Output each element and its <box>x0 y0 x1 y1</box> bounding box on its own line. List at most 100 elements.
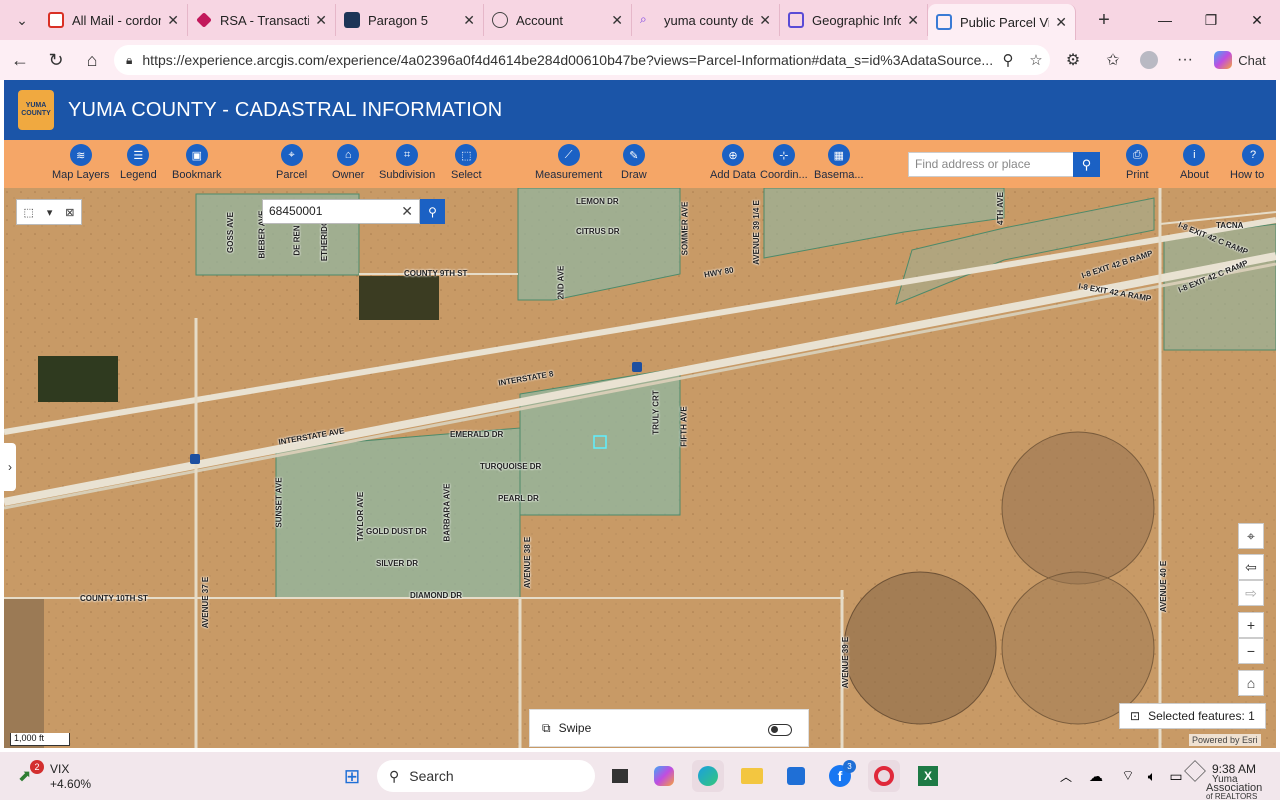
road-label: FIFTH AVE <box>679 406 689 447</box>
parcel-search-button[interactable]: ⚲ <box>420 199 445 224</box>
chevron-up-icon[interactable]: ︿ <box>1050 760 1082 792</box>
search-icon[interactable]: ⚲ <box>1073 152 1100 177</box>
excel-icon[interactable]: X <box>912 760 944 792</box>
vix-widget[interactable]: ⬈ 2 VIX +4.60% <box>18 760 108 794</box>
map-view[interactable]: LEMON DR CITRUS DR GOSS AVE BIEBER AVE D… <box>4 188 1276 748</box>
tab-label: RSA - Transaction <box>220 12 309 28</box>
close-tab-icon[interactable]: ✕ <box>1055 14 1067 31</box>
rsa-icon <box>196 12 212 28</box>
selection-icon: ⊡ <box>1130 709 1141 723</box>
browser-tab-parcel-viewer[interactable]: Public Parcel Vie ✕ <box>928 4 1076 40</box>
widget-toolbar: ≋ Map Layers ☰ Legend ▣ Bookmark ⌖ Parcel ⌂ O… <box>4 140 1276 193</box>
home-extent-icon[interactable]: ⌂ <box>1238 670 1264 696</box>
profile-avatar-icon[interactable] <box>1134 40 1164 80</box>
zoom-icon[interactable]: ⚲ <box>994 51 1022 69</box>
tool-measurement[interactable]: ⟋ Measurement <box>535 144 602 181</box>
chevron-down-icon[interactable]: ▾ <box>47 206 53 219</box>
tool-about[interactable]: i About <box>1180 144 1209 181</box>
zoom-out-icon[interactable]: − <box>1238 638 1264 664</box>
browser-tab-geographic[interactable]: Geographic Infor ✕ <box>780 4 928 36</box>
refresh-icon[interactable]: ↻ <box>38 44 74 76</box>
road-label: AVENUE 39 E <box>841 636 851 689</box>
search-icon: ⌕ <box>640 12 647 26</box>
browser-tab-rsa[interactable]: RSA - Transaction ✕ <box>188 4 336 36</box>
subdivision-icon: ⌗ <box>396 144 419 166</box>
new-tab-icon[interactable]: + <box>1088 4 1120 36</box>
zoom-in-icon[interactable]: + <box>1238 612 1264 638</box>
parcel-search-value: 68450001 <box>269 204 323 218</box>
tool-select[interactable]: ⬚ Select <box>451 144 482 181</box>
close-tab-icon[interactable]: ✕ <box>167 12 179 29</box>
tool-how-to[interactable]: ? How to ... <box>1230 144 1276 193</box>
more-menu-icon[interactable]: ··· <box>1170 40 1200 80</box>
tool-draw[interactable]: ✎ Draw <box>621 144 647 181</box>
info-icon: i <box>1183 144 1206 166</box>
road-label: AVENUE 39 1/4 E <box>751 200 761 265</box>
gmail-icon <box>48 12 64 28</box>
tool-legend[interactable]: ☰ Legend <box>120 144 157 181</box>
esri-attribution[interactable]: Powered by Esri <box>1189 734 1261 746</box>
close-tab-icon[interactable]: ✕ <box>463 12 475 29</box>
back-arrow-icon[interactable]: ← <box>2 44 38 76</box>
swipe-toggle[interactable] <box>768 724 792 736</box>
file-explorer-icon[interactable] <box>736 760 768 792</box>
tool-owner[interactable]: ⌂ Owner <box>332 144 364 181</box>
browser-tab-mail[interactable]: All Mail - cordom ✕ <box>40 4 188 36</box>
next-extent-arrow-right-icon[interactable]: ⇨ <box>1238 580 1264 606</box>
cloud-icon[interactable]: ☁ <box>1080 760 1112 792</box>
tab-actions-menu-icon[interactable]: ⌄ <box>4 5 40 35</box>
clear-search-icon[interactable]: ✕ <box>401 200 413 223</box>
windows-start-icon[interactable]: ⊞ <box>336 760 368 792</box>
window-icon <box>788 12 804 28</box>
opera-browser-icon[interactable] <box>868 760 900 792</box>
locate-icon[interactable]: ⌖ <box>1238 523 1264 549</box>
close-tab-icon[interactable]: ✕ <box>611 12 623 29</box>
restore-icon[interactable]: ❐ <box>1188 0 1234 40</box>
tool-map-layers[interactable]: ≋ Map Layers <box>52 144 109 181</box>
address-search-input[interactable]: Find address or place <box>908 152 1074 177</box>
parcel-search-input[interactable]: 68450001 ✕ <box>262 199 420 224</box>
favorites-icon[interactable]: ✩ <box>1098 40 1128 80</box>
url-field[interactable]: 🔒︎ https://experience.arcgis.com/experie… <box>114 45 1050 75</box>
select-rectangle-icon[interactable]: ⬚ <box>23 206 33 219</box>
close-tab-icon[interactable]: ✕ <box>315 12 327 29</box>
address-bar-row: ← ↻ ⌂ 🔒︎ https://experience.arcgis.com/e… <box>0 40 1280 80</box>
edge-browser-icon[interactable] <box>692 760 724 792</box>
tool-coordinates[interactable]: ⊹ Coordin... <box>760 144 808 181</box>
tool-subdivision[interactable]: ⌗ Subdivision <box>379 144 435 181</box>
taskbar-search[interactable]: ⚲ Search <box>377 760 595 792</box>
microsoft-store-icon[interactable] <box>780 760 812 792</box>
browser-tab-bar: ⌄ All Mail - cordom ✕ RSA - Transaction … <box>0 0 1280 40</box>
tool-add-data[interactable]: ⊕ Add Data <box>710 144 756 181</box>
close-window-icon[interactable]: ✕ <box>1234 0 1280 40</box>
selected-features-button[interactable]: ⊡ Selected features: 1 <box>1119 703 1266 729</box>
clear-selection-icon[interactable]: ⊠ <box>65 206 74 219</box>
tool-parcel[interactable]: ⌖ Parcel <box>276 144 307 181</box>
tool-bookmark[interactable]: ▣ Bookmark <box>172 144 222 181</box>
facebook-icon[interactable]: f 3 <box>824 760 856 792</box>
browser-tab-paragon[interactable]: Paragon 5 ✕ <box>336 4 484 36</box>
road-label: LEMON DR <box>576 197 619 206</box>
road-label: SILVER DR <box>376 559 419 568</box>
expand-panel-chevron-right-icon[interactable]: › <box>4 443 16 491</box>
close-tab-icon[interactable]: ✕ <box>759 12 771 29</box>
extensions-icon[interactable]: ⚙ <box>1058 40 1088 80</box>
home-icon[interactable]: ⌂ <box>74 44 110 76</box>
tool-print[interactable]: ⎙ Print <box>1126 144 1149 181</box>
favorite-star-icon[interactable]: ☆ <box>1022 51 1050 69</box>
print-icon: ⎙ <box>1126 144 1149 166</box>
browser-tab-search[interactable]: ⌕ yuma county dev ✕ <box>632 4 780 36</box>
tool-label: Print <box>1126 169 1149 181</box>
copilot-icon[interactable] <box>648 760 680 792</box>
previous-extent-arrow-left-icon[interactable]: ⇦ <box>1238 554 1264 580</box>
tool-label: Legend <box>120 169 157 181</box>
minimize-icon[interactable]: — <box>1142 0 1188 40</box>
browser-tab-account[interactable]: Account ✕ <box>484 4 632 36</box>
copilot-chat-button[interactable]: Chat <box>1208 40 1272 80</box>
road-label: CITRUS DR <box>576 227 620 236</box>
clock-area[interactable]: 9:38 AM Yuma Association of REALTORS <box>1184 756 1274 801</box>
task-view-icon[interactable] <box>604 760 636 792</box>
close-tab-icon[interactable]: ✕ <box>907 12 919 29</box>
tool-basemap[interactable]: ▦ Basema... <box>814 144 864 181</box>
tab-label: Geographic Infor <box>812 12 902 28</box>
